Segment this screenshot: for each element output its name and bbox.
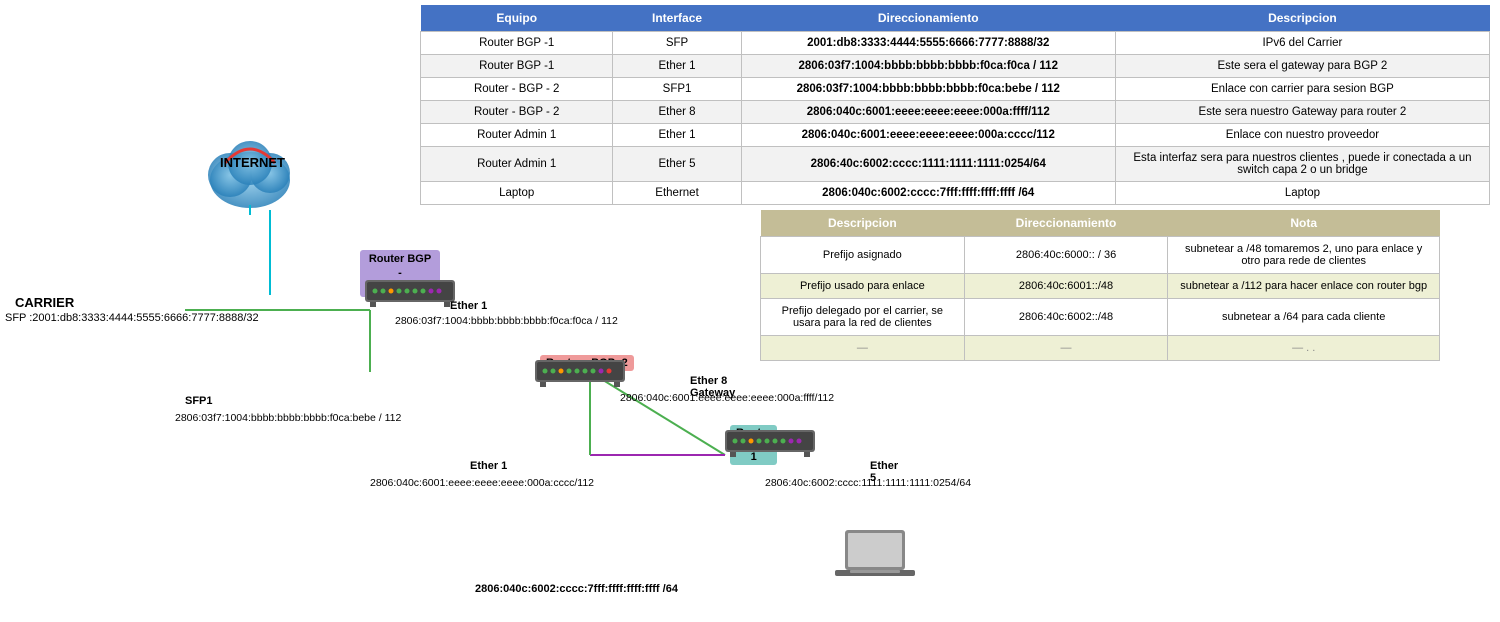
sub-cell-dir-2: 2806:40c:6002::/48 — [964, 299, 1168, 336]
sub-cell-desc-2: Prefijo delegado por el carrier, se usar… — [761, 299, 965, 336]
laptop-addr: 2806:040c:6002:cccc:7fff:ffff:ffff:ffff … — [475, 583, 678, 595]
ether1-admin-addr: 2806:040c:6001:eeee:eeee:eeee:000a:cccc/… — [370, 477, 594, 489]
cell-direccionamiento-6: 2806:040c:6002:cccc:7fff:ffff:ffff:ffff … — [741, 182, 1115, 205]
diagram-section: INTERNET CARRIER SFP :2001:db8:3333:4444… — [0, 0, 760, 622]
sub-cell-desc-1: Prefijo usado para enlace — [761, 274, 965, 299]
sfp1-label: SFP1 — [185, 395, 213, 407]
sub-table-row: ——— . . — [761, 336, 1440, 361]
sub-table-row: Prefijo delegado por el carrier, se usar… — [761, 299, 1440, 336]
cell-direccionamiento-1: 2806:03f7:1004:bbbb:bbbb:bbbb:f0ca:f0ca … — [741, 55, 1115, 78]
ether5-addr: 2806:40c:6002:cccc:1111:1111:1111:0254/6… — [765, 477, 971, 489]
router-bgp2-icon — [535, 355, 625, 390]
sub-cell-dir-3: — — [964, 336, 1168, 361]
sub-table: Descripcion Direccionamiento Nota Prefij… — [760, 210, 1440, 361]
cell-descripcion-2: Enlace con carrier para sesion BGP — [1115, 78, 1489, 101]
laptop-svg — [835, 530, 915, 595]
sub-cell-nota-3: — . . — [1168, 336, 1440, 361]
carrier-addr: SFP :2001:db8:3333:4444:5555:6666:7777:8… — [5, 312, 259, 324]
sub-cell-dir-0: 2806:40c:6000:: / 36 — [964, 237, 1168, 274]
router-bgp1 — [365, 275, 455, 313]
ether1-bgp1-addr: 2806:03f7:1004:bbbb:bbbb:bbbb:f0ca:f0ca … — [395, 315, 618, 327]
cell-descripcion-3: Este sera nuestro Gateway para router 2 — [1115, 101, 1489, 124]
sub-table-row: Prefijo asignado2806:40c:6000:: / 36subn… — [761, 237, 1440, 274]
sub-cell-nota-1: subnetear a /112 para hacer enlace con r… — [1168, 274, 1440, 299]
cell-descripcion-6: Laptop — [1115, 182, 1489, 205]
sub-cell-dir-1: 2806:40c:6001::/48 — [964, 274, 1168, 299]
internet-label: INTERNET — [220, 155, 285, 170]
sub-table-row: Prefijo usado para enlace2806:40c:6001::… — [761, 274, 1440, 299]
router-bgp1-icon — [365, 275, 455, 310]
cell-descripcion-1: Este sera el gateway para BGP 2 — [1115, 55, 1489, 78]
cell-descripcion-0: IPv6 del Carrier — [1115, 32, 1489, 55]
laptop-icon — [835, 530, 915, 598]
cell-direccionamiento-0: 2001:db8:3333:4444:5555:6666:7777:8888/3… — [741, 32, 1115, 55]
ether1-admin-label: Ether 1 — [470, 460, 507, 472]
sub-table-section: Descripcion Direccionamiento Nota Prefij… — [760, 210, 1440, 361]
ether1-bgp1-label: Ether 1 — [450, 300, 487, 312]
router-bgp2 — [535, 355, 625, 393]
cell-direccionamiento-3: 2806:040c:6001:eeee:eeee:eeee:000a:ffff/… — [741, 101, 1115, 124]
col-header-dir: Direccionamiento — [741, 5, 1115, 32]
sfp1-addr: 2806:03f7:1004:bbbb:bbbb:bbbb:f0ca:bebe … — [175, 412, 401, 424]
carrier-label: CARRIER — [15, 295, 74, 310]
internet-cloud — [195, 125, 325, 218]
cell-direccionamiento-4: 2806:040c:6001:eeee:eeee:eeee:000a:cccc/… — [741, 124, 1115, 147]
cloud-icon — [195, 125, 325, 215]
col-header-desc: Descripcion — [1115, 5, 1489, 32]
sub-col-header-desc: Descripcion — [761, 210, 965, 237]
sub-cell-desc-3: — — [761, 336, 965, 361]
router-admin1 — [725, 425, 815, 463]
cell-descripcion-5: Esta interfaz sera para nuestros cliente… — [1115, 147, 1489, 182]
sub-cell-nota-0: subnetear a /48 tomaremos 2, uno para en… — [1168, 237, 1440, 274]
cell-descripcion-4: Enlace con nuestro proveedor — [1115, 124, 1489, 147]
sub-cell-nota-2: subnetear a /64 para cada cliente — [1168, 299, 1440, 336]
cell-direccionamiento-2: 2806:03f7:1004:bbbb:bbbb:bbbb:f0ca:bebe … — [741, 78, 1115, 101]
sub-col-header-dir: Direccionamiento — [964, 210, 1168, 237]
ether8-addr: 2806:040c:6001:eeee:eeee:eeee:000a:ffff/… — [620, 392, 834, 404]
sub-cell-desc-0: Prefijo asignado — [761, 237, 965, 274]
sub-col-header-nota: Nota — [1168, 210, 1440, 237]
cell-direccionamiento-5: 2806:40c:6002:cccc:1111:1111:1111:0254/6… — [741, 147, 1115, 182]
router-admin1-icon — [725, 425, 815, 460]
